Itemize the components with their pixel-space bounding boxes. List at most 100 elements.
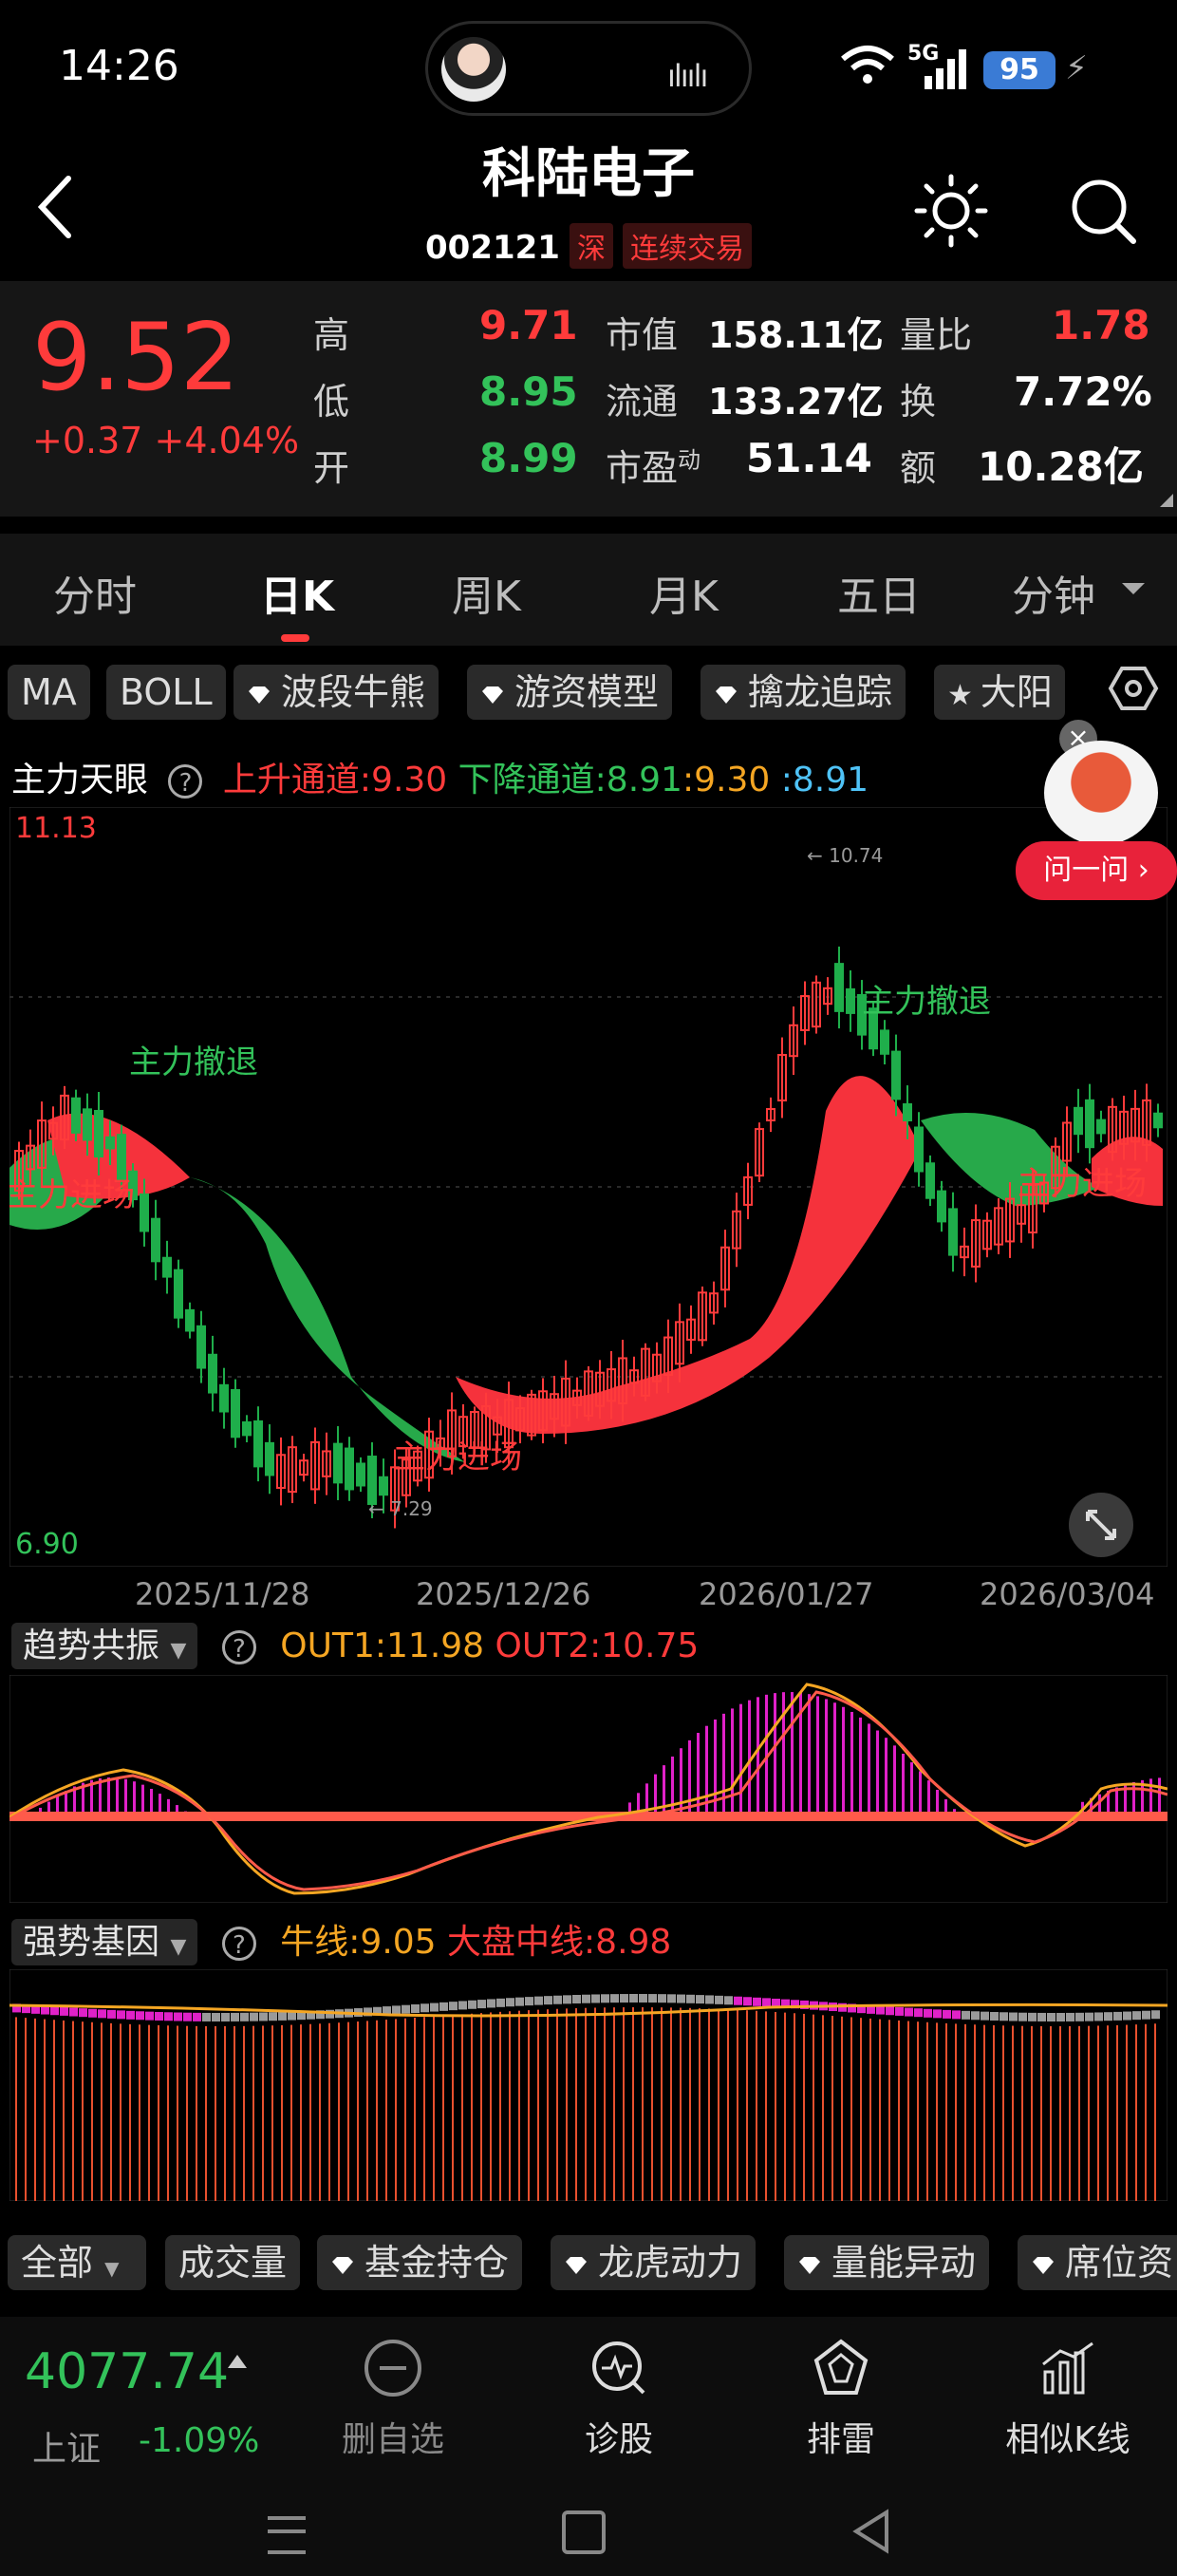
down-channel-value: 下降通道:8.91 <box>458 761 682 799</box>
trading-status-tag: 连续交易 <box>622 223 752 269</box>
risk-scan-button[interactable]: 排雷 <box>775 2338 907 2461</box>
strength-marker <box>629 1994 638 2003</box>
strength-indicator-select[interactable]: 强势基因 ▼ <box>11 1919 198 1965</box>
kline-chart[interactable]: 主力撤退 主力进场 主力进场 主力撤退 主力进场 11.13 6.90 ← 10… <box>9 807 1168 1567</box>
signal-icon <box>925 49 966 89</box>
volume-bar <box>328 2022 330 2201</box>
strength-marker <box>895 2006 904 2016</box>
volume-bar <box>1031 2025 1033 2201</box>
audio-wave-icon: ılıılı <box>667 58 708 94</box>
menu-icon[interactable] <box>268 2516 306 2554</box>
candle <box>242 1420 252 1437</box>
strength-marker <box>696 1995 704 2004</box>
tab-monthly-k[interactable]: 月K <box>649 562 719 623</box>
strength-marker <box>639 1994 647 2003</box>
settings-icon[interactable] <box>1107 665 1160 712</box>
volume-bar <box>708 2008 710 2201</box>
low-label: 低 <box>313 381 350 423</box>
strength-marker <box>753 1997 761 2006</box>
remove-watchlist-button[interactable]: 删自选 <box>327 2338 459 2461</box>
strength-panel-header: 强势基因 ▼ ? 牛线:9.05 大盘中线:8.98 <box>11 1914 671 1965</box>
candle <box>891 1050 901 1100</box>
strength-marker <box>981 2011 989 2021</box>
index-value[interactable]: 4077.74 <box>25 2343 229 2400</box>
volume-bar <box>1145 2023 1147 2201</box>
ask-assistant-widget[interactable]: × 问一问 › <box>1016 720 1177 900</box>
mine-icon <box>813 2339 869 2395</box>
stock-code: 002121 <box>425 229 560 267</box>
volume-bar <box>158 2024 159 2201</box>
histogram-bar <box>833 1702 836 1815</box>
trend-panel-header: 趋势共振 ▼ ? OUT1:11.98 OUT2:10.75 <box>11 1618 700 1669</box>
chip-band-bull-bear[interactable]: 波段牛熊 <box>234 665 439 720</box>
chip-dragon-track[interactable]: 擒龙追踪 <box>701 665 906 720</box>
trend-indicator-select[interactable]: 趋势共振 ▼ <box>11 1623 198 1669</box>
chip-ma[interactable]: MA <box>8 665 90 720</box>
candle <box>914 1126 924 1173</box>
dynamic-island[interactable]: ılıılı <box>425 21 752 116</box>
tab-five-day[interactable]: 五日 <box>837 562 921 623</box>
ask-button[interactable]: 问一问 › <box>1016 841 1177 900</box>
chevron-down-icon[interactable] <box>1122 583 1145 594</box>
help-icon[interactable]: ? <box>168 764 203 799</box>
diagnose-button[interactable]: 诊股 <box>552 2338 685 2461</box>
strength-marker <box>1075 2012 1084 2021</box>
histogram-bar <box>893 1745 896 1815</box>
candle <box>94 1109 103 1158</box>
strength-marker <box>231 2012 239 2021</box>
chip-fund-holding[interactable]: 基金持仓 <box>317 2235 523 2290</box>
tab-daily-k[interactable]: 日K <box>260 562 334 623</box>
candle <box>846 987 855 1014</box>
volume-bar <box>718 2008 719 2201</box>
period-tabs: 分时 日K 周K 月K 五日 分钟 <box>0 534 1177 646</box>
tab-minute[interactable]: 分钟 <box>1012 562 1095 623</box>
home-icon[interactable] <box>562 2510 606 2554</box>
chip-big-yang[interactable]: ★ 大阳 <box>934 665 1065 720</box>
volume-bar <box>395 2019 397 2201</box>
strength-marker <box>762 1998 771 2007</box>
search-icon[interactable] <box>1065 173 1141 249</box>
chip-all[interactable]: 全部 ▼ <box>8 2235 146 2290</box>
help-icon[interactable]: ? <box>221 1630 256 1664</box>
volume-bar <box>917 2021 919 2201</box>
theme-toggle-icon[interactable] <box>913 173 989 249</box>
volume-bar <box>794 2013 795 2201</box>
chip-hot-money-model[interactable]: 游资模型 <box>467 665 673 720</box>
strength-marker <box>458 2001 467 2010</box>
tab-weekly-k[interactable]: 周K <box>452 562 521 623</box>
volume-bar <box>1002 2025 1004 2201</box>
volume-bar <box>471 2013 473 2201</box>
index-change: -1.09% <box>139 2421 260 2460</box>
trend-resonance-chart[interactable] <box>9 1675 1168 1903</box>
help-icon[interactable]: ? <box>221 1927 256 1961</box>
similar-kline-button[interactable]: 相似K线 <box>987 2338 1149 2461</box>
chip-boll[interactable]: BOLL <box>106 665 226 720</box>
strength-marker <box>174 2012 182 2021</box>
volume-bar <box>319 2023 321 2201</box>
minus-circle-icon <box>364 2340 421 2397</box>
volume-bar <box>1059 2025 1061 2201</box>
volume-bar <box>139 2024 140 2201</box>
chip-seat-funds[interactable]: 席位资 <box>1018 2235 1177 2290</box>
tab-intraday[interactable]: 分时 <box>53 562 137 623</box>
candle <box>208 1353 217 1394</box>
strength-marker <box>420 2003 429 2013</box>
bottom-toolbar: 4077.74 上证 -1.09% 删自选 诊股 排雷 相似K线 <box>0 2317 1177 2488</box>
volume-bar <box>547 2009 549 2201</box>
chip-dragon-tiger[interactable]: 龙虎动力 <box>551 2235 757 2290</box>
candle <box>140 1193 149 1232</box>
expand-corner-icon[interactable] <box>1160 494 1173 507</box>
market-cap-value: 158.11亿 <box>708 314 884 356</box>
chip-volume[interactable]: 成交量 <box>165 2235 301 2290</box>
volume-bar <box>528 2010 530 2201</box>
chip-volume-anomaly[interactable]: 量能异动 <box>784 2235 990 2290</box>
candle <box>174 1269 183 1319</box>
candle <box>948 1208 958 1256</box>
back-triangle-icon[interactable] <box>850 2509 892 2554</box>
candle <box>265 1441 274 1476</box>
out2-value: OUT2:10.75 <box>495 1626 700 1665</box>
strength-marker <box>183 2012 192 2021</box>
strength-marker <box>202 2012 211 2021</box>
volume-bar <box>926 2021 928 2201</box>
strength-gene-chart[interactable] <box>9 1969 1168 2201</box>
